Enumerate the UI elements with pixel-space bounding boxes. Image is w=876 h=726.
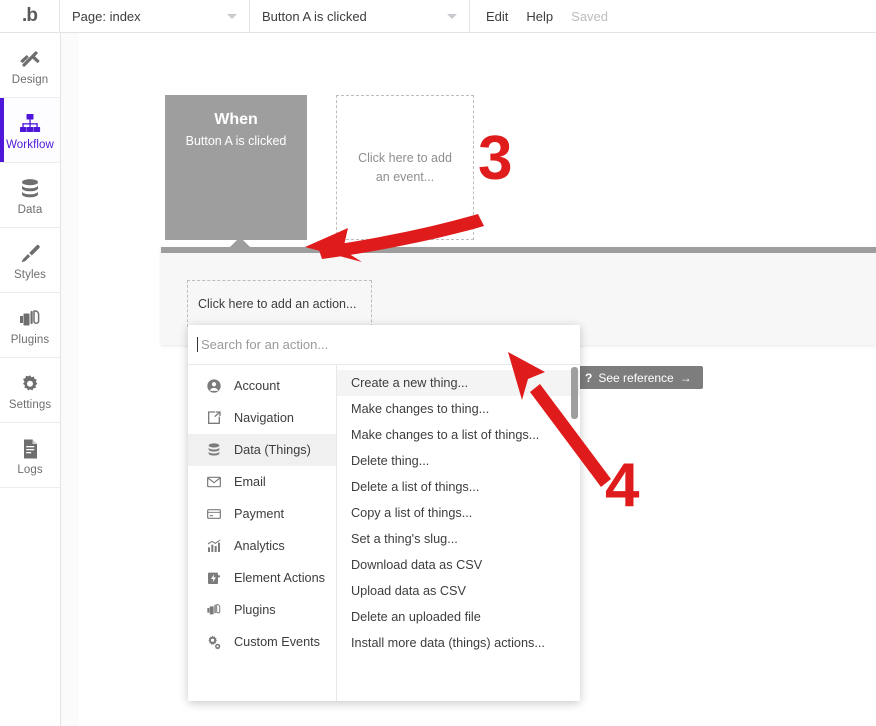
workflow-canvas: When Button A is clicked Click here to a…: [61, 33, 876, 726]
bubble-logo-mark: .b: [22, 6, 37, 27]
sidebar-item-label: Settings: [9, 399, 51, 411]
search-input[interactable]: [199, 336, 529, 353]
see-reference-label: See reference: [598, 371, 673, 385]
category-label: Custom Events: [234, 635, 320, 649]
sidebar-item-data[interactable]: Data: [0, 163, 60, 228]
user-circle-icon: [205, 378, 223, 394]
text-cursor: [197, 337, 198, 352]
gear-icon: [18, 370, 42, 396]
action-item[interactable]: Delete an uploaded file: [337, 604, 580, 630]
category-label: Payment: [234, 507, 284, 521]
see-reference-button[interactable]: ? See reference →: [574, 366, 703, 389]
sidebar-item-design[interactable]: Design: [0, 33, 60, 98]
bubble-logo[interactable]: .b: [0, 0, 60, 32]
page-selector[interactable]: Page: index: [60, 0, 250, 32]
search-row[interactable]: [188, 325, 580, 365]
document-lines-icon: [18, 435, 42, 461]
category-list: Account Navigation: [188, 365, 337, 701]
paintbrush-icon: [18, 240, 42, 266]
category-label: Account: [234, 379, 280, 393]
event-selector-label: Button A is clicked: [262, 9, 367, 24]
category-payment[interactable]: Payment: [188, 498, 336, 530]
help-link[interactable]: Help: [526, 9, 553, 24]
category-label: Plugins: [234, 603, 276, 617]
category-account[interactable]: Account: [188, 370, 336, 402]
category-label: Email: [234, 475, 266, 489]
sidebar-filler: [0, 488, 60, 726]
category-label: Navigation: [234, 411, 294, 425]
action-item[interactable]: Create a new thing...: [337, 370, 580, 396]
action-item[interactable]: Make changes to a list of things...: [337, 422, 580, 448]
plug-icon: [18, 305, 42, 331]
category-label: Element Actions: [234, 571, 325, 585]
right-arrow-icon: →: [680, 371, 692, 385]
sidebar-item-label: Data: [18, 204, 43, 216]
category-data-things[interactable]: Data (Things): [188, 434, 336, 466]
question-mark-icon: ?: [585, 371, 592, 385]
vertical-scrollbar[interactable]: [571, 367, 578, 419]
chevron-down-icon: [447, 14, 457, 19]
action-item[interactable]: Make changes to thing...: [337, 396, 580, 422]
lightning-box-icon: [205, 570, 223, 586]
action-item[interactable]: Set a thing's slug...: [337, 526, 580, 552]
design-tools-icon: [17, 45, 43, 71]
sidebar-item-label: Design: [12, 74, 48, 86]
action-item[interactable]: Delete thing...: [337, 448, 580, 474]
category-plugins[interactable]: Plugins: [188, 594, 336, 626]
chevron-down-icon: [227, 14, 237, 19]
database-icon: [18, 175, 42, 201]
category-element-actions[interactable]: Element Actions: [188, 562, 336, 594]
workflow-tree-icon: [17, 110, 43, 136]
category-label: Data (Things): [234, 443, 311, 457]
when-event-block[interactable]: When Button A is clicked: [165, 95, 307, 240]
plug-icon: [205, 602, 223, 618]
toolbar-links: Edit Help Saved: [470, 0, 608, 32]
bubble-editor-window: .b Page: index Button A is clicked Edit …: [0, 0, 876, 726]
sidebar-item-plugins[interactable]: Plugins: [0, 293, 60, 358]
sidebar-item-label: Styles: [14, 269, 46, 281]
category-label: Analytics: [234, 539, 285, 553]
share-arrow-icon: [205, 410, 223, 426]
envelope-icon: [205, 474, 223, 490]
gears-icon: [205, 634, 223, 650]
event-selector[interactable]: Button A is clicked: [250, 0, 470, 32]
action-item[interactable]: Upload data as CSV: [337, 578, 580, 604]
add-event-placeholder[interactable]: Click here to add an event...: [336, 95, 474, 240]
category-email[interactable]: Email: [188, 466, 336, 498]
sidebar-item-label: Workflow: [6, 139, 54, 151]
action-item[interactable]: Copy a list of things...: [337, 500, 580, 526]
sidebar-item-label: Logs: [17, 464, 42, 476]
category-analytics[interactable]: Analytics: [188, 530, 336, 562]
when-block-subtitle: Button A is clicked: [165, 134, 307, 148]
action-picker-dropdown: Account Navigation: [188, 325, 580, 701]
sidebar-item-label: Plugins: [11, 334, 49, 346]
annotation-number-4: 4: [605, 455, 639, 517]
action-item[interactable]: Download data as CSV: [337, 552, 580, 578]
add-action-placeholder[interactable]: Click here to add an action...: [187, 280, 372, 327]
when-block-title: When: [165, 111, 307, 129]
saved-status: Saved: [571, 9, 608, 24]
sidebar-item-workflow[interactable]: Workflow: [0, 98, 60, 163]
action-list: Create a new thing... Make changes to th…: [337, 365, 580, 701]
category-custom-events[interactable]: Custom Events: [188, 626, 336, 658]
category-navigation[interactable]: Navigation: [188, 402, 336, 434]
sidebar-item-styles[interactable]: Styles: [0, 228, 60, 293]
sidebar-item-settings[interactable]: Settings: [0, 358, 60, 423]
bar-chart-icon: [205, 538, 223, 554]
dropdown-body: Account Navigation: [188, 365, 580, 701]
top-toolbar: .b Page: index Button A is clicked Edit …: [0, 0, 876, 33]
sidebar-item-logs[interactable]: Logs: [0, 423, 60, 488]
annotation-number-3: 3: [478, 128, 512, 190]
database-icon: [205, 442, 223, 458]
edit-link[interactable]: Edit: [486, 9, 508, 24]
credit-card-icon: [205, 506, 223, 522]
action-item[interactable]: Install more data (things) actions...: [337, 630, 580, 656]
action-item[interactable]: Delete a list of things...: [337, 474, 580, 500]
left-sidebar: Design Workflow: [0, 33, 61, 726]
page-selector-label: Page: index: [72, 9, 141, 24]
